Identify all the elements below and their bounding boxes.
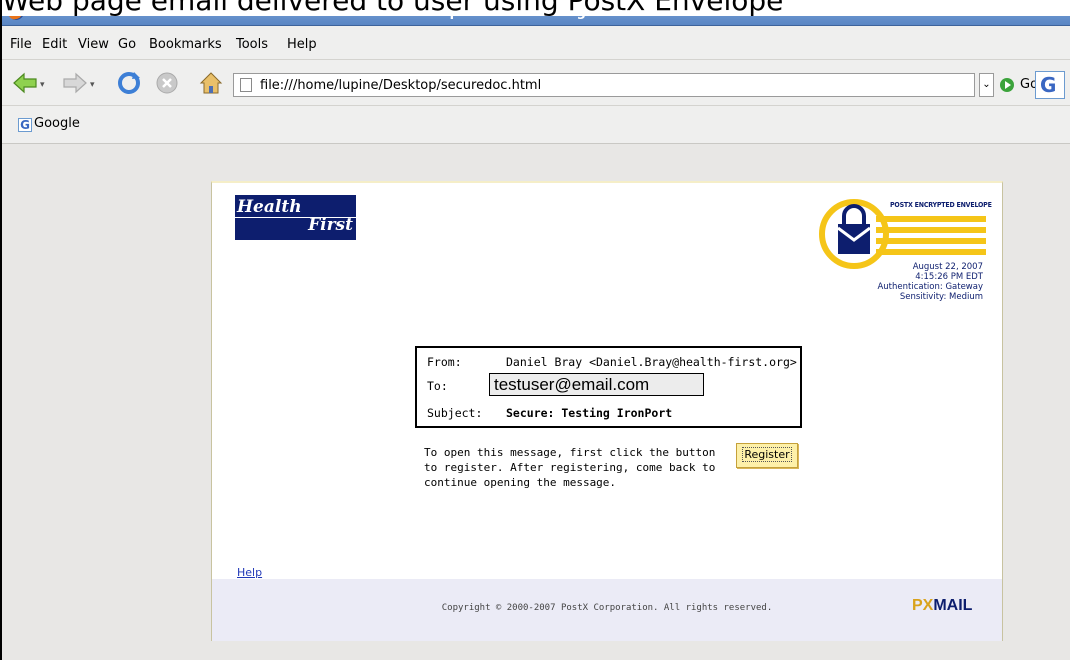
from-label: From: [427,355,462,369]
caption-text: Web page email delivered to user using P… [2,0,783,16]
google-search-icon[interactable]: G [1035,71,1065,99]
to-value: testuser@email.com [489,373,704,396]
register-label: Register [742,447,792,462]
bookmarks-toolbar: G Google [2,106,1070,144]
page-content: Health First POSTX ENCRYPTED ENVELOPE Au… [2,144,1070,660]
to-label: To: [427,379,448,393]
home-icon[interactable] [198,70,224,96]
page-icon [240,78,252,92]
message-header-box: From: Daniel Bray <Daniel.Bray@health-fi… [415,346,802,428]
seal-metadata: August 22, 2007 4:15:26 PM EDT Authentic… [877,262,983,302]
menu-go[interactable]: Go [118,37,136,52]
logo-line2: First [308,215,353,235]
google-icon: G [18,118,32,132]
navigation-toolbar: ▾ ▾ file:///home/lupine/Desktop/securedo… [2,60,1070,106]
from-value: Daniel Bray <Daniel.Bray@health-first.or… [506,355,797,369]
seal-date: August 22, 2007 [912,262,983,272]
forward-dropdown-icon[interactable]: ▾ [90,80,95,90]
register-instructions: To open this message, first click the bu… [424,446,716,489]
envelope-footer: Copyright © 2000-2007 PostX Corporation.… [212,579,1002,641]
copyright-text: Copyright © 2000-2007 PostX Corporation.… [441,603,773,613]
help-link[interactable]: Help [237,566,262,579]
back-dropdown-icon[interactable]: ▾ [40,80,45,90]
logo-line1: Health [237,197,302,217]
secure-envelope: Health First POSTX ENCRYPTED ENVELOPE Au… [211,181,1003,641]
stop-icon[interactable] [154,70,180,96]
back-icon[interactable] [12,70,38,96]
menu-view[interactable]: View [78,37,109,52]
address-text[interactable]: file:///home/lupine/Desktop/securedoc.ht… [260,78,541,93]
reload-icon[interactable] [116,70,142,96]
forward-icon[interactable] [62,70,88,96]
seal-time: 4:15:26 PM EDT [915,272,983,282]
bookmark-label: Google [34,116,80,131]
menu-tools[interactable]: Tools [236,37,268,52]
pxmail-logo: PXMAIL [912,597,973,614]
postx-seal: POSTX ENCRYPTED ENVELOPE August 22, 2007… [817,188,992,302]
menu-help[interactable]: Help [287,37,317,52]
bookmark-google[interactable]: G Google [18,116,80,132]
go-icon [1000,78,1014,92]
health-first-logo: Health First [235,195,356,240]
address-bar[interactable]: file:///home/lupine/Desktop/securedoc.ht… [233,73,975,97]
register-button[interactable]: Register [736,443,798,468]
menu-bar: File Edit View Go Bookmarks Tools Help [2,26,1070,60]
subject-label: Subject: [427,406,483,420]
seal-authentication: Authentication: Gateway [877,282,983,292]
browser-window: PostX Secure Envelope:Secure: Testing Ir… [0,0,1070,660]
caption-band: Web page email delivered to user using P… [2,0,1070,16]
menu-file[interactable]: File [10,37,32,52]
seal-sensitivity: Sensitivity: Medium [899,292,983,302]
menu-bookmarks[interactable]: Bookmarks [149,37,222,52]
menu-edit[interactable]: Edit [42,37,67,52]
seal-title: POSTX ENCRYPTED ENVELOPE [890,201,992,209]
address-dropdown-icon[interactable]: ⌄ [979,73,994,97]
subject-value: Secure: Testing IronPort [506,406,673,420]
